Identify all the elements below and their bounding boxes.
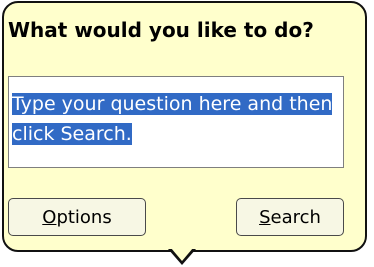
question-input-selected-text[interactable]: Type your question here and then click S… [12,93,333,145]
search-button[interactable]: Search [236,198,344,236]
question-input-text[interactable]: Type your question here and then click S… [12,89,343,149]
search-button-accelerator: S [259,206,271,228]
balloon-tail-fill [171,248,193,261]
balloon-title: What would you like to do? [8,18,314,42]
question-input[interactable]: Type your question here and then click S… [8,76,344,168]
options-button-label: ptions [56,206,112,228]
options-button-accelerator: O [42,206,57,228]
search-button-label: earch [270,206,321,228]
options-button[interactable]: Options [8,198,146,236]
